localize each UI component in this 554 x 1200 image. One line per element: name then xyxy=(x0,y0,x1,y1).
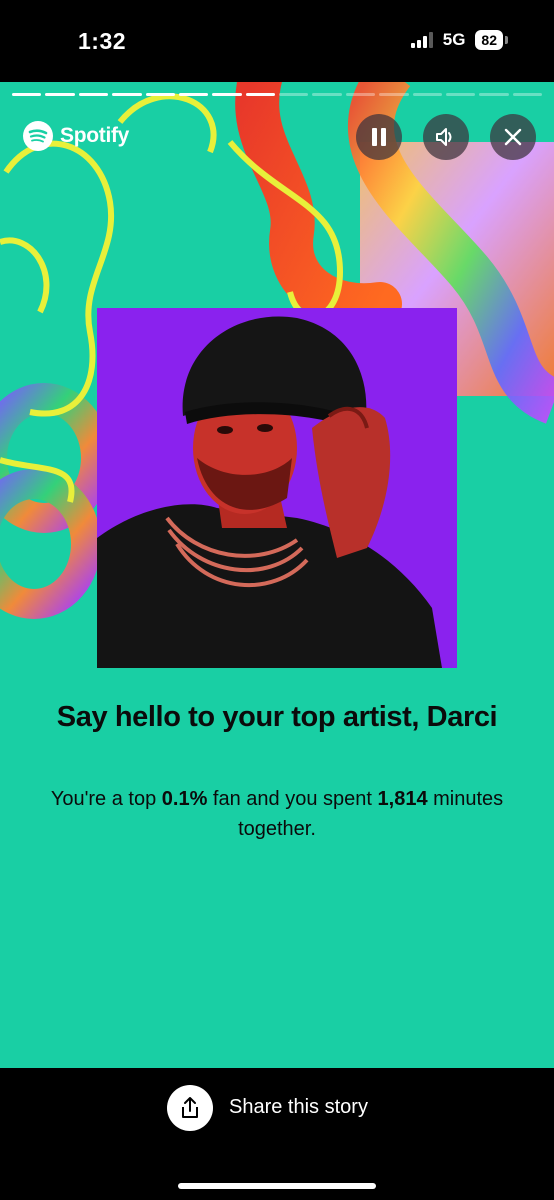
progress-segment xyxy=(245,93,275,96)
progress-segment xyxy=(479,93,509,96)
subtext-middle: fan and you spent xyxy=(207,788,378,810)
progress-segment xyxy=(178,93,209,96)
pause-button[interactable] xyxy=(356,114,402,160)
progress-segment xyxy=(112,93,142,96)
close-icon xyxy=(504,128,522,146)
share-label[interactable]: Share this story xyxy=(229,1096,368,1119)
bottom-bar: Share this story xyxy=(0,1068,554,1200)
share-icon xyxy=(182,1097,198,1118)
artist-photo xyxy=(97,308,457,668)
progress-segment xyxy=(445,93,476,96)
story-subtext: You're a top 0.1% fan and you spent 1,81… xyxy=(40,784,514,844)
sound-icon xyxy=(436,128,452,146)
progress-segment xyxy=(512,93,542,96)
status-bar: 1:32 5G 82 xyxy=(0,0,554,82)
progress-segment xyxy=(212,93,242,96)
battery-icon: 82 xyxy=(475,30,508,50)
progress-segment xyxy=(312,93,342,96)
fan-percent: 0.1% xyxy=(161,788,208,810)
share-button[interactable] xyxy=(167,1085,213,1131)
sound-button[interactable] xyxy=(423,114,469,160)
status-time: 1:32 xyxy=(78,28,127,54)
spotify-logo: Spotify xyxy=(22,120,129,152)
network-type: 5G xyxy=(442,30,466,49)
pause-icon xyxy=(372,128,386,146)
story-headline: Say hello to your top artist, Darci xyxy=(56,701,498,733)
story-card[interactable]: Spotify Say hello to your top artist, Da… xyxy=(0,82,554,1068)
progress-segment xyxy=(12,93,42,96)
progress-segment xyxy=(345,93,376,96)
battery-level: 82 xyxy=(475,30,503,50)
progress-segment xyxy=(412,93,442,96)
close-button[interactable] xyxy=(490,114,536,160)
progress-segment xyxy=(145,93,175,96)
status-indicators: 5G 82 xyxy=(410,30,508,50)
progress-segment xyxy=(379,93,409,96)
subtext-prefix: You're a top xyxy=(50,788,162,810)
story-progress xyxy=(12,93,542,96)
progress-segment xyxy=(279,93,309,96)
signal-icon xyxy=(410,32,433,48)
progress-segment xyxy=(78,93,109,96)
progress-segment xyxy=(45,93,75,96)
spotify-icon xyxy=(23,121,53,151)
minutes-count: 1,814 xyxy=(377,788,428,810)
home-indicator[interactable] xyxy=(178,1183,376,1189)
brand-name: Spotify xyxy=(60,124,130,147)
